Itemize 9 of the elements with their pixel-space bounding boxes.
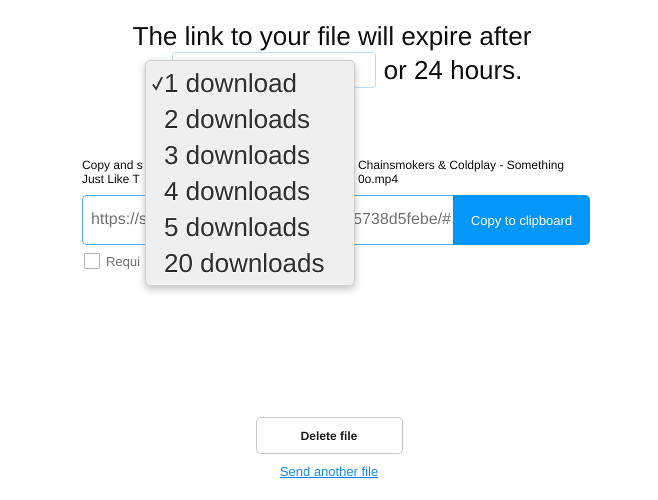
- description-text: 0o.mp4: [358, 172, 398, 186]
- heading-text: The link to your file will expire after: [132, 20, 532, 52]
- description-text: Just Like T: [82, 172, 141, 186]
- checkbox-label: Requi: [106, 254, 140, 268]
- link-text: 5738d5febe/#: [353, 211, 451, 229]
- description-text: Copy and s: [82, 158, 144, 172]
- description-text: Chainsmokers & Coldplay - Something: [358, 158, 564, 172]
- heading-text: or 24 hours.: [384, 54, 522, 86]
- link-text: https://s: [91, 211, 148, 229]
